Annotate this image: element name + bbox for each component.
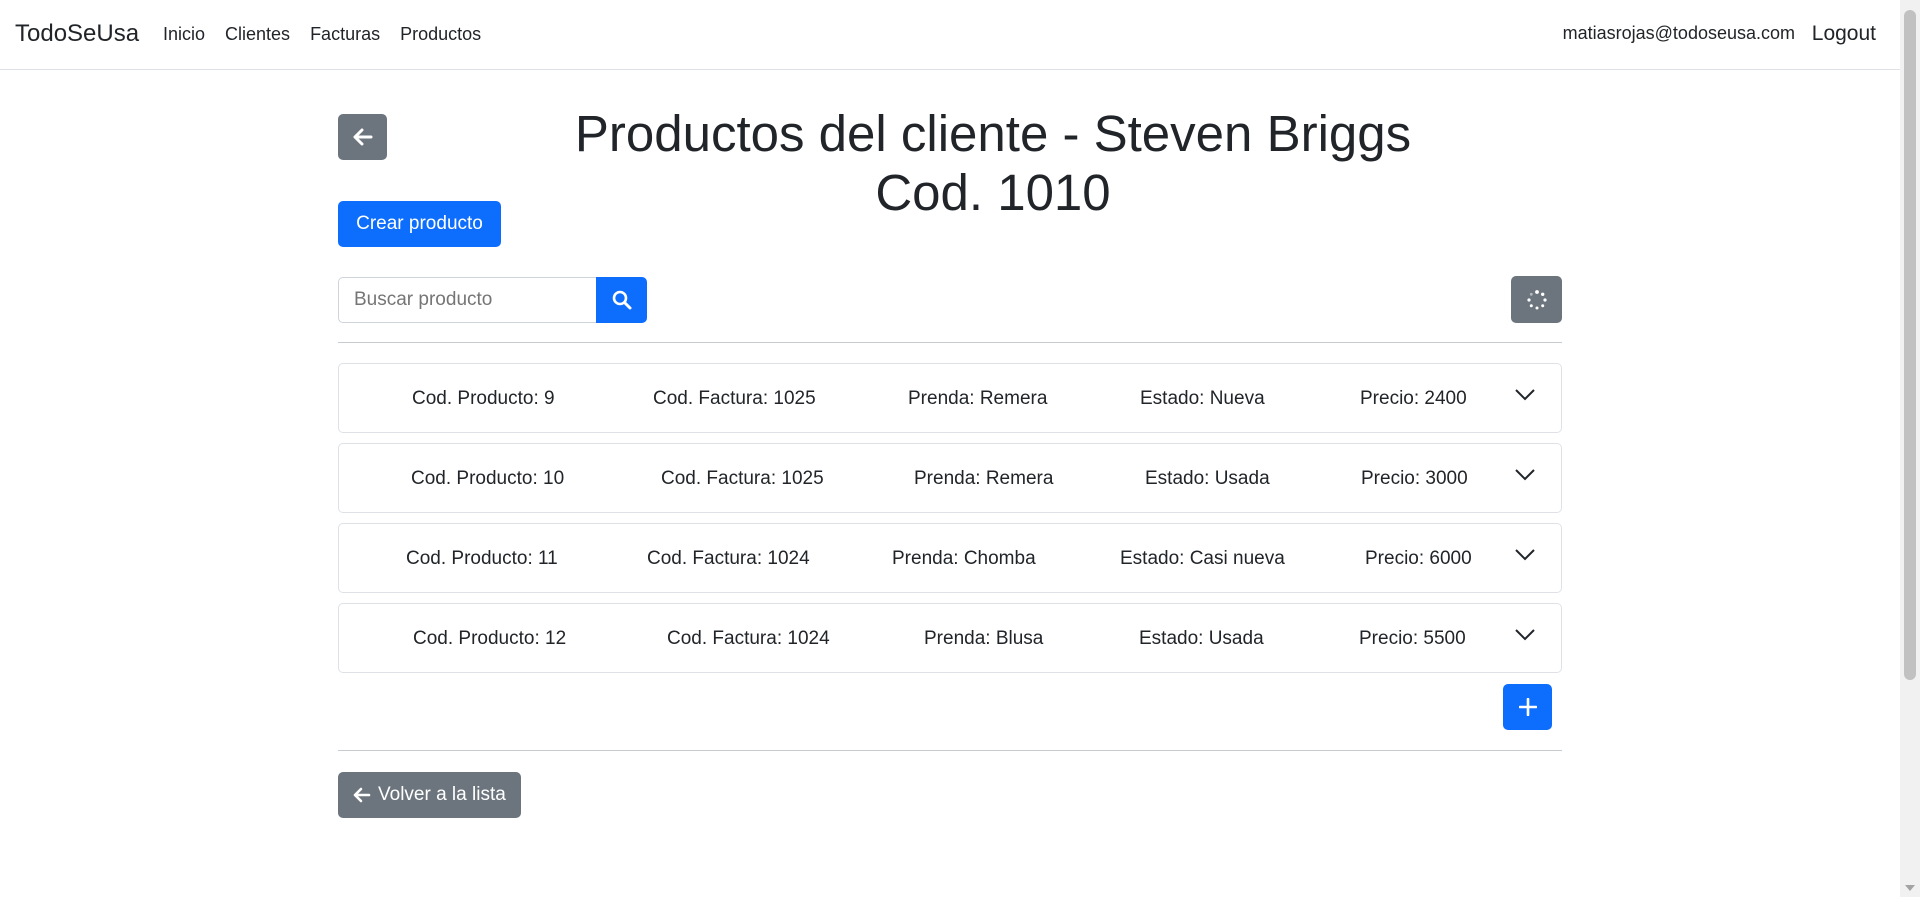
chevron-down-icon[interactable] [1515,389,1535,401]
price: Precio: 2400 [1360,388,1467,409]
spinner-icon [1526,289,1547,309]
nav-link-productos[interactable]: Productos [400,24,481,45]
back-to-list-label: Volver a la lista [378,784,506,805]
create-product-button[interactable]: Crear producto [338,201,501,247]
divider [338,342,1562,343]
chevron-down-icon[interactable] [1515,469,1535,481]
page-title: Productos del cliente - Steven Briggs Co… [574,105,1412,221]
invoice-code: Cod. Factura: 1024 [667,628,830,649]
scrollbar-thumb[interactable] [1904,10,1916,680]
invoice-code: Cod. Factura: 1024 [647,548,810,569]
invoice-code: Cod. Factura: 1025 [661,468,824,489]
app-window: TodoSeUsa Inicio Clientes Facturas Produ… [0,0,1920,897]
product-code: Cod. Producto: 9 [412,388,555,409]
add-product-button[interactable] [1503,684,1552,730]
nav-link-facturas[interactable]: Facturas [310,24,380,45]
price: Precio: 5500 [1359,628,1466,649]
search-button[interactable] [596,277,647,323]
arrow-left-icon [353,787,371,803]
search-group [338,277,647,323]
plus-icon [1518,698,1537,716]
garment: Prenda: Chomba [892,548,1036,569]
status: Estado: Casi nueva [1120,548,1285,569]
product-code: Cod. Producto: 11 [406,548,558,569]
brand-logo[interactable]: TodoSeUsa [15,20,139,48]
garment: Prenda: Remera [914,468,1054,489]
garment: Prenda: Blusa [924,628,1044,649]
price: Precio: 3000 [1361,468,1468,489]
back-to-list-button[interactable]: Volver a la lista [338,772,521,818]
status: Estado: Nueva [1140,388,1265,409]
invoice-code: Cod. Factura: 1025 [653,388,816,409]
top-navbar: TodoSeUsa Inicio Clientes Facturas Produ… [0,0,1900,70]
status: Estado: Usada [1145,468,1270,489]
product-row[interactable]: Cod. Producto: 12 Cod. Factura: 1024 Pre… [338,603,1562,673]
product-row[interactable]: Cod. Producto: 9 Cod. Factura: 1025 Pren… [338,363,1562,433]
product-code: Cod. Producto: 10 [411,468,565,489]
divider [338,750,1562,751]
search-icon [612,290,631,310]
nav-link-inicio[interactable]: Inicio [163,24,205,45]
search-input[interactable] [338,277,596,323]
refresh-button[interactable] [1511,276,1562,323]
chevron-down-icon[interactable] [1515,629,1535,641]
product-row[interactable]: Cod. Producto: 10 Cod. Factura: 1025 Pre… [338,443,1562,513]
garment: Prenda: Remera [908,388,1048,409]
scroll-down-arrow-icon[interactable] [1905,885,1915,891]
product-row[interactable]: Cod. Producto: 11 Cod. Factura: 1024 Pre… [338,523,1562,593]
price: Precio: 6000 [1365,548,1472,569]
nav-link-clientes[interactable]: Clientes [225,24,290,45]
status: Estado: Usada [1139,628,1264,649]
page-scrollbar[interactable] [1900,0,1920,897]
chevron-down-icon[interactable] [1515,549,1535,561]
product-list: Cod. Producto: 9 Cod. Factura: 1025 Pren… [338,363,1562,683]
nav-links: Inicio Clientes Facturas Productos [163,24,501,45]
user-email: matiasrojas@todoseusa.com [1562,23,1795,43]
logout-link[interactable]: Logout [1812,22,1876,46]
product-code: Cod. Producto: 12 [413,628,567,649]
